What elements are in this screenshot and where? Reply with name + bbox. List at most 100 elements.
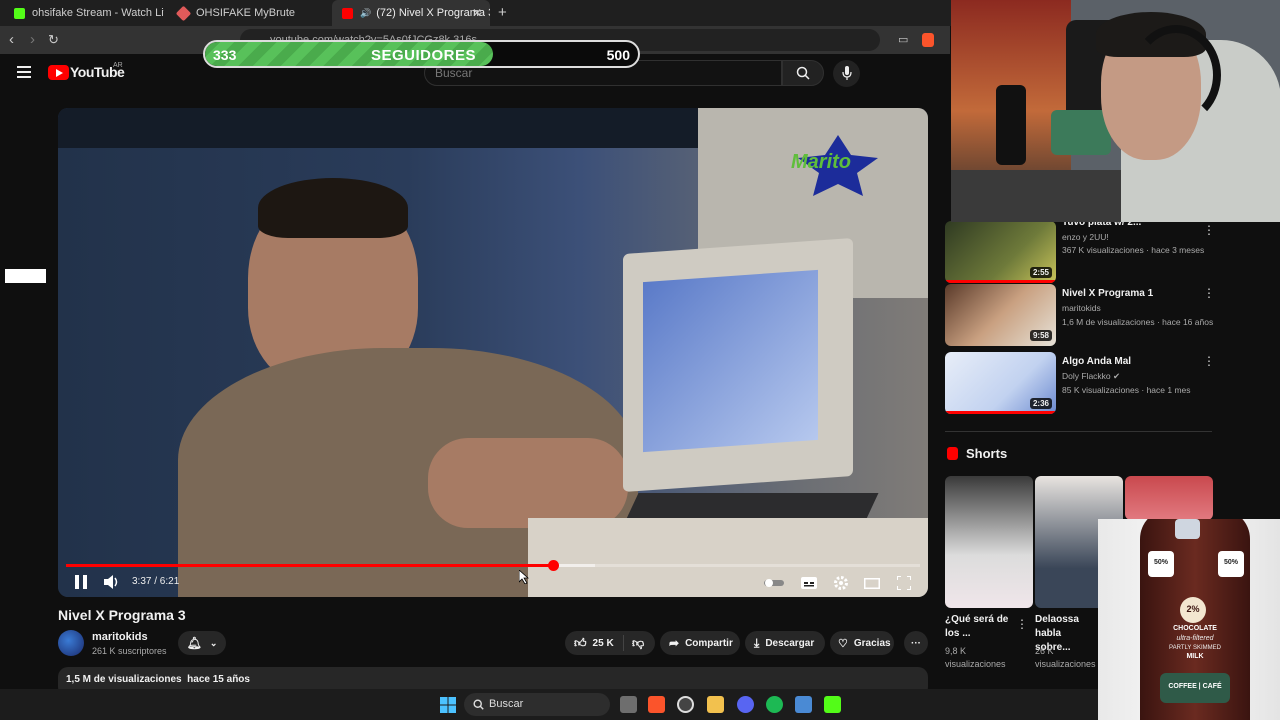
product-label: MILK [1186,653,1204,660]
more-icon: ··· [911,637,921,649]
related-video[interactable]: 2:36 Algo Anda Mal Doly Flackko ✔ 85 K v… [945,352,1215,418]
voice-search-button[interactable] [833,60,860,87]
video-meta: 85 K visualizaciones · hace 1 mes [1062,385,1191,395]
kebab-menu-icon[interactable]: ⋮ [1203,354,1215,368]
theater-mode-icon[interactable] [864,578,880,589]
taskbar-search-label: Buscar [489,698,524,710]
brave-browser-icon[interactable] [648,696,665,713]
short-thumbnail[interactable] [945,476,1033,608]
channel-avatar[interactable] [58,630,84,656]
followers-goal: 500 [606,47,630,63]
short-thumbnail[interactable] [1125,476,1213,520]
search-icon [473,699,484,710]
youtube-logo-icon[interactable] [48,65,69,80]
search-button[interactable] [782,60,824,86]
badge: 50% [1148,551,1174,577]
video-player[interactable]: Marito 3:37 / 6:21 [58,108,928,597]
video-channel[interactable]: enzo y 2UU! [1062,232,1109,242]
tab-mybrute[interactable]: OHSIFAKE MyBrute [168,0,328,26]
obs-icon[interactable] [677,696,694,713]
person-arm [428,438,628,528]
taskbar-search[interactable]: Buscar [464,693,610,716]
download-icon: ⤓ [754,635,760,650]
video-channel[interactable]: Doly Flackko ✔ [1062,371,1120,382]
short-views: 9,8 K visualizaciones [945,646,1006,669]
mouse-cursor-icon [519,570,529,584]
followers-goal-overlay: 333 SEGUIDORES 500 [203,40,640,68]
share-button[interactable]: ➦ Compartir [660,631,740,655]
channel-name[interactable]: maritokids [92,631,148,643]
download-label: Descargar [765,637,815,649]
tab-kick[interactable]: ohsifake Stream - Watch Live on [4,0,164,26]
windows-start-icon[interactable] [440,697,456,713]
tab-title: ohsifake Stream - Watch Live on [32,7,164,19]
bell-icon: 🔔︎ [186,636,202,650]
video-meta: 367 K visualizaciones · hace 3 meses [1062,245,1205,255]
kebab-menu-icon[interactable]: ⋮ [1016,617,1028,631]
like-button[interactable]: 👍︎ 25 K [565,635,624,651]
cast-icon[interactable]: ▭ [898,33,908,46]
video-title[interactable]: Nivel X Programa 1 [1062,288,1153,299]
tab-youtube[interactable]: 🔊 (72) Nivel X Programa 3 - You ✕ [332,0,490,26]
duration-badge: 9:58 [1029,330,1052,341]
video-thumbnail[interactable]: 2:55 [945,221,1056,283]
new-tab-button[interactable]: + [498,4,507,21]
app-icon[interactable] [795,696,812,713]
kebab-menu-icon[interactable]: ⋮ [1203,286,1215,300]
followers-current: 333 [213,47,237,63]
dislike-button[interactable]: 👎︎ [624,636,644,651]
verified-icon: ✔ [1113,371,1121,381]
thanks-button[interactable]: ♡ Gracias [830,631,894,655]
video-progress-bar[interactable] [66,560,920,571]
video-time: 3:37 / 6:21 [132,576,180,587]
autoplay-toggle-icon[interactable] [764,578,784,588]
duration-badge: 2:36 [1029,398,1052,409]
green-cup [1051,110,1111,155]
product-label: CHOCOLATE [1173,625,1217,632]
product-label: COFFEE | CAFÉ [1160,673,1230,703]
os-taskbar: Buscar [0,689,1098,720]
video-channel[interactable]: maritokids [1062,303,1101,313]
related-video[interactable]: 9:58 Nivel X Programa 1 maritokids 1,6 M… [945,284,1215,350]
reload-icon[interactable]: ↻ [48,32,59,48]
shorts-heading: Shorts [966,446,1008,461]
bottle-cap [1175,519,1200,539]
headset-icon [1131,25,1221,125]
monitor-screen [643,269,818,453]
task-view-icon[interactable] [620,696,637,713]
subtitles-icon[interactable] [801,577,817,589]
close-tab-icon[interactable]: ✕ [472,6,482,20]
player-controls: 3:37 / 6:21 [58,570,928,597]
fullscreen-icon[interactable] [897,576,911,590]
product-label: ultra-filtered [1176,635,1214,642]
video-thumbnail[interactable]: 2:36 [945,352,1056,414]
white-panel [5,269,46,283]
watched-bar [945,280,1056,283]
related-video[interactable]: 2:55 Tuvo plata w/ 2... enzo y 2UU! 367 … [945,217,1215,287]
discord-icon[interactable] [737,696,754,713]
brave-shield-icon[interactable] [922,33,934,47]
brand-badge: 2% [1180,597,1206,623]
video-title[interactable]: Algo Anda Mal [1062,356,1131,367]
video-thumbnail[interactable]: 9:58 [945,284,1056,346]
subscriber-count: 261 K suscriptores [92,646,167,656]
pause-icon[interactable] [75,575,87,589]
short-title[interactable]: ¿Qué será de los ... [945,613,1015,641]
more-actions-button[interactable]: ··· [904,631,928,655]
forward-icon[interactable]: › [30,31,35,48]
menu-icon[interactable] [17,66,31,78]
thermos [996,85,1026,165]
spotify-icon[interactable] [766,696,783,713]
video-title: Nivel X Programa 3 [58,607,186,623]
badge: 50% [1218,551,1244,577]
subscribe-bell-button[interactable]: 🔔︎ ⌄ [178,631,226,655]
speaker-icon: 🔊 [360,7,372,18]
settings-gear-icon[interactable] [834,576,848,590]
kebab-menu-icon[interactable]: ⋮ [1203,223,1215,237]
kick-icon[interactable] [824,696,841,713]
download-button[interactable]: ⤓ Descargar [745,631,825,655]
volume-icon[interactable] [104,575,120,589]
webcam-overlay [951,0,1280,222]
file-explorer-icon[interactable] [707,696,724,713]
back-icon[interactable]: ‹ [9,31,14,48]
